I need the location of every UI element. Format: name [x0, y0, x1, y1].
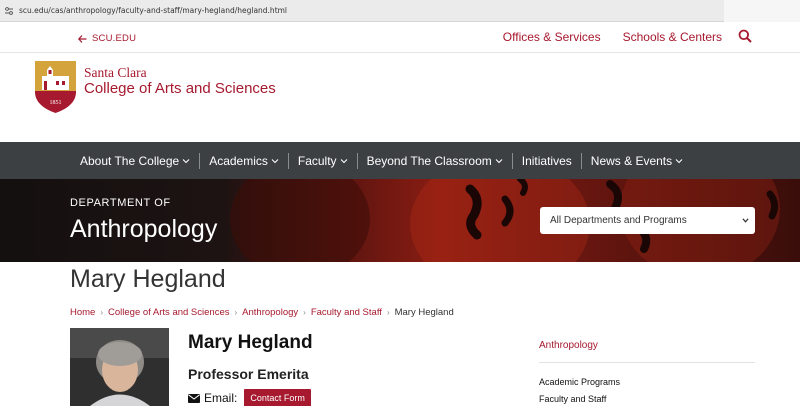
breadcrumb-separator: › — [386, 308, 390, 317]
chevron-down-icon — [742, 218, 749, 223]
profile-role: Professor Emerita — [188, 366, 309, 382]
chevron-down-icon — [495, 158, 503, 163]
nav-label: Academics — [209, 153, 268, 168]
nav-faculty[interactable]: Faculty — [297, 152, 358, 169]
envelope-icon — [188, 393, 200, 403]
portrait-image — [70, 328, 169, 406]
search-icon[interactable] — [738, 29, 752, 43]
breadcrumb-faculty-staff[interactable]: Faculty and Staff — [311, 307, 382, 318]
schools-centers-link[interactable]: Schools & Centers — [623, 30, 722, 44]
department-select[interactable]: All Departments and Programs — [540, 207, 755, 234]
seal-year: 1851 — [50, 100, 62, 106]
site-info-icon[interactable] — [4, 6, 14, 16]
browser-address-bar[interactable]: scu.edu/cas/anthropology/faculty-and-sta… — [0, 0, 800, 22]
sidebar-divider — [539, 362, 755, 363]
sidebar-item-faculty-staff[interactable]: Faculty and Staff — [539, 394, 606, 404]
logo-university-name: Santa Clara — [84, 65, 147, 80]
nav-label: Faculty — [297, 153, 337, 168]
chevron-down-icon — [182, 158, 190, 163]
email-row: Email: Contact Form — [188, 389, 311, 406]
profile-name: Mary Hegland — [188, 332, 313, 353]
breadcrumb-current: Mary Hegland — [394, 307, 454, 318]
sidebar-item-academic-programs[interactable]: Academic Programs — [539, 377, 620, 387]
department-name: Anthropology — [70, 215, 218, 243]
department-prefix: DEPARTMENT OF — [70, 197, 171, 209]
breadcrumb-home[interactable]: Home — [70, 307, 95, 318]
breadcrumb-separator: › — [303, 308, 306, 317]
breadcrumb-college[interactable]: College of Arts and Sciences — [108, 307, 229, 318]
chevron-down-icon — [675, 158, 683, 163]
sidebar-anthropology-link[interactable]: Anthropology — [539, 340, 598, 351]
nav-about-the-college[interactable]: About The College — [80, 152, 201, 169]
breadcrumb: Home › College of Arts and Sciences › An… — [70, 307, 454, 318]
utility-links: Offices & Services Schools & Centers — [503, 30, 722, 44]
url-text[interactable]: scu.edu/cas/anthropology/faculty-and-sta… — [19, 6, 287, 15]
nav-beyond-the-classroom[interactable]: Beyond The Classroom — [366, 152, 513, 169]
back-link-label: SCU.EDU — [92, 33, 137, 44]
nav-initiatives[interactable]: Initiatives — [521, 152, 582, 169]
nav-label: Initiatives — [521, 153, 572, 168]
arrow-left-icon — [78, 34, 87, 43]
nav-news-events[interactable]: News & Events — [591, 153, 692, 169]
nav-label: News & Events — [590, 153, 673, 168]
santa-clara-seal-icon: 1851 — [35, 61, 76, 113]
college-logo[interactable]: 1851 Santa Clara College of Arts and Sci… — [34, 60, 276, 114]
chevron-down-icon — [340, 158, 347, 163]
main-navigation: About The College Academics Faculty Beyo… — [0, 142, 800, 179]
breadcrumb-anthropology[interactable]: Anthropology — [242, 307, 298, 318]
email-label: Email: — [204, 391, 238, 405]
utility-bar: SCU.EDU Offices & Services Schools & Cen… — [0, 23, 800, 53]
offices-services-link[interactable]: Offices & Services — [503, 30, 601, 44]
contact-form-button[interactable]: Contact Form — [244, 389, 311, 406]
nav-academics[interactable]: Academics — [209, 152, 289, 169]
back-to-scu-link[interactable]: SCU.EDU — [78, 33, 136, 44]
profile-photo — [70, 328, 169, 406]
department-hero-banner: DEPARTMENT OF Anthropology All Departmen… — [0, 179, 800, 262]
nav-label: Beyond The Classroom — [366, 153, 492, 168]
browser-toolbar-area — [724, 0, 800, 22]
breadcrumb-separator: › — [234, 308, 238, 317]
page-title: Mary Hegland — [70, 265, 226, 293]
department-select-value: All Departments and Programs — [550, 215, 687, 226]
chevron-down-icon — [271, 158, 279, 163]
nav-label: About The College — [80, 153, 180, 168]
breadcrumb-separator: › — [100, 308, 104, 317]
logo-college-name: College of Arts and Sciences — [84, 80, 276, 97]
